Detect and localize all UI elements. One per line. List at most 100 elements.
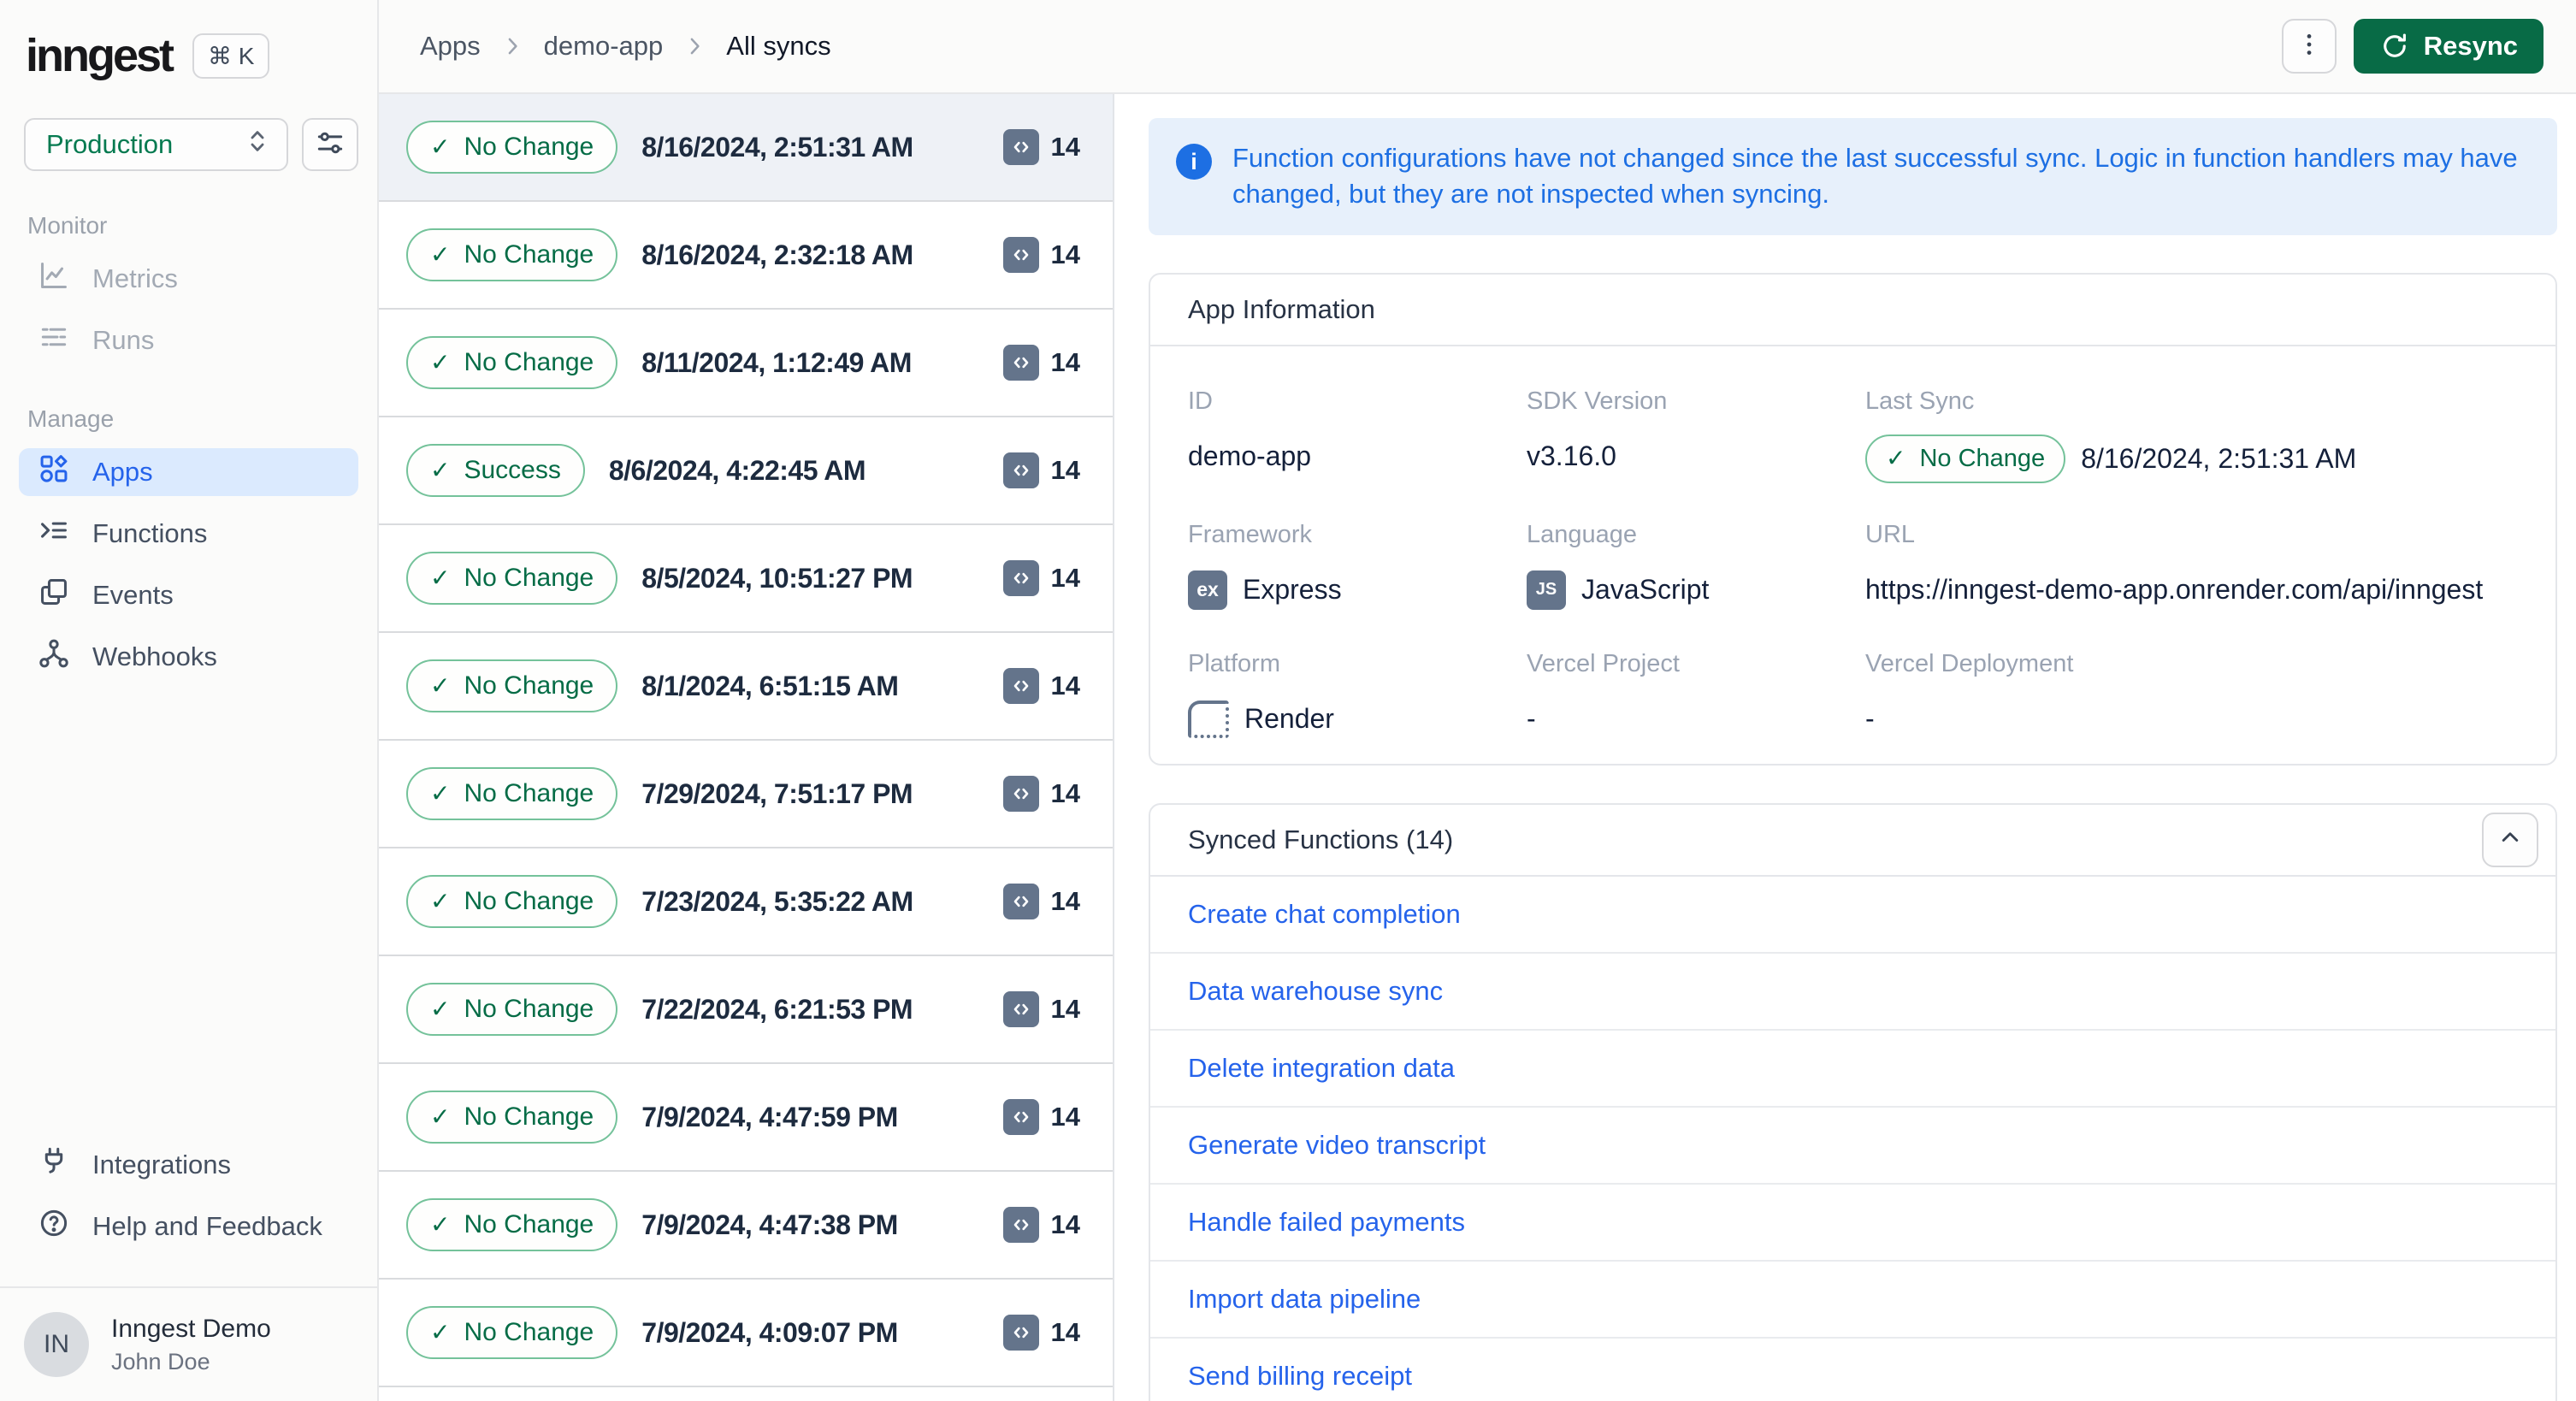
check-icon: ✓ bbox=[430, 888, 451, 914]
sidebar-footer-nav: Integrations Help and Feedback bbox=[0, 1141, 377, 1264]
app-info-field-label: Vercel Deployment bbox=[1865, 649, 2074, 677]
synced-function-link[interactable]: Delete integration data bbox=[1188, 1053, 1455, 1084]
sync-list-item[interactable]: ✓ No Change 8/1/2024, 6:51:15 AM 14 bbox=[379, 633, 1113, 741]
last-sync-status-label: No Change bbox=[1919, 444, 2046, 472]
app-info-field-text: https://inngest-demo-app.onrender.com/ap… bbox=[1865, 574, 2484, 606]
sync-list-item[interactable]: ✓ No Change 8/16/2024, 2:32:18 AM 14 bbox=[379, 202, 1113, 310]
function-count: 14 bbox=[1002, 884, 1080, 919]
sync-status-label: No Change bbox=[464, 779, 594, 807]
functions-prompt-icon bbox=[38, 514, 70, 553]
plug-icon bbox=[38, 1145, 70, 1185]
sync-list-item[interactable]: ✓ No Change 7/9/2024, 4:47:59 PM 14 bbox=[379, 1064, 1113, 1172]
sync-list-item[interactable]: ✓ No Change 7/29/2024, 7:51:17 PM 14 bbox=[379, 741, 1113, 848]
function-count-value: 14 bbox=[1050, 886, 1080, 916]
sync-status-badge: ✓ No Change bbox=[406, 1091, 618, 1144]
sync-list-item[interactable]: ✓ No Change 7/9/2024, 4:47:38 PM 14 bbox=[379, 1172, 1113, 1280]
app-info-field-label: ID bbox=[1188, 387, 1213, 415]
user-person-name: John Doe bbox=[111, 1348, 210, 1374]
function-count: 14 bbox=[1002, 1315, 1080, 1351]
sidebar-item-apps[interactable]: Apps bbox=[19, 448, 358, 496]
sync-status-badge: ✓ No Change bbox=[406, 767, 618, 820]
synced-function-link[interactable]: Create chat completion bbox=[1188, 899, 1461, 930]
main-area: Apps demo-app All syncs Resync ✓ No Chan… bbox=[379, 0, 2576, 1401]
sidebar-item-webhooks[interactable]: Webhooks bbox=[19, 633, 358, 681]
app-info-field-text: Render bbox=[1244, 703, 1334, 735]
sync-list-item[interactable]: ✓ No Change 8/11/2024, 1:12:49 AM 14 bbox=[379, 310, 1113, 417]
function-count: 14 bbox=[1002, 668, 1080, 704]
breadcrumb-all-syncs: All syncs bbox=[726, 31, 831, 61]
sync-list-item[interactable]: ✓ No Change 7/23/2024, 5:35:22 AM 14 bbox=[379, 848, 1113, 956]
app-information-title: App Information bbox=[1188, 293, 1375, 324]
code-icon bbox=[1002, 776, 1039, 812]
sidebar-item-runs[interactable]: Runs bbox=[19, 316, 358, 364]
runs-list-icon bbox=[38, 321, 70, 360]
app-info-field-text: JavaScript bbox=[1581, 574, 1710, 606]
synced-functions-card: Synced Functions (14) Create chat comple… bbox=[1149, 802, 2557, 1401]
apps-shapes-icon bbox=[38, 452, 70, 492]
synced-function-row: Send billing receipt bbox=[1150, 1339, 2555, 1401]
sync-status-label: Success bbox=[464, 456, 561, 484]
sync-timestamp: 8/5/2024, 10:51:27 PM bbox=[641, 562, 913, 594]
sync-timestamp: 7/9/2024, 4:47:38 PM bbox=[641, 1209, 898, 1240]
sidebar-item-integrations[interactable]: Integrations bbox=[19, 1141, 358, 1189]
sync-status-badge: ✓ No Change bbox=[406, 121, 618, 174]
code-icon bbox=[1002, 1315, 1039, 1351]
environment-filter-button[interactable] bbox=[302, 118, 358, 171]
refresh-icon bbox=[2379, 31, 2410, 62]
sync-status-badge: ✓ No Change bbox=[406, 1198, 618, 1251]
environment-select[interactable]: Production bbox=[24, 118, 288, 171]
inngest-logo: inngest bbox=[26, 30, 174, 81]
sync-status-label: No Change bbox=[464, 1102, 594, 1131]
user-menu[interactable]: IN Inngest Demo John Doe bbox=[0, 1288, 377, 1401]
sidebar-item-events[interactable]: Events bbox=[19, 571, 358, 619]
topbar: Apps demo-app All syncs Resync bbox=[379, 0, 2576, 94]
more-options-button[interactable] bbox=[2281, 19, 2337, 74]
collapse-button[interactable] bbox=[2482, 812, 2538, 867]
app-info-field-value: ex Express bbox=[1188, 568, 1527, 612]
sync-list-item[interactable]: ✓ No Change 8/5/2024, 10:51:27 PM 14 bbox=[379, 525, 1113, 633]
sync-status-badge: ✓ No Change bbox=[406, 659, 618, 712]
breadcrumb: Apps demo-app All syncs bbox=[420, 31, 831, 62]
synced-function-link[interactable]: Send billing receipt bbox=[1188, 1361, 1412, 1392]
sync-history-list: ✓ No Change 8/16/2024, 2:51:31 AM 14 ✓ N… bbox=[379, 94, 1114, 1401]
kebab-menu-icon bbox=[2294, 29, 2325, 64]
sidebar-item-label: Functions bbox=[92, 518, 208, 548]
sync-list-item[interactable]: ✓ No Change 8/16/2024, 2:51:31 AM 14 bbox=[379, 94, 1113, 202]
chevron-right-icon bbox=[499, 33, 525, 59]
command-k-shortcut[interactable]: ⌘ K bbox=[192, 33, 270, 79]
sync-list-item[interactable]: ✓ No Change 7/9/2024, 4:09:07 PM 14 bbox=[379, 1280, 1113, 1387]
sync-list-item[interactable]: ✓ No Change 7/22/2024, 6:21:53 PM 14 bbox=[379, 956, 1113, 1064]
info-icon: i bbox=[1176, 144, 1212, 180]
resync-button-label: Resync bbox=[2423, 31, 2518, 61]
resync-button[interactable]: Resync bbox=[2353, 19, 2544, 74]
sidebar-item-help[interactable]: Help and Feedback bbox=[19, 1203, 358, 1250]
sync-list-item[interactable]: ✓ Success 8/6/2024, 4:22:45 AM 14 bbox=[379, 417, 1113, 525]
synced-function-link[interactable]: Data warehouse sync bbox=[1188, 976, 1443, 1007]
sidebar-item-label: Apps bbox=[92, 457, 153, 487]
synced-function-link[interactable]: Generate video transcript bbox=[1188, 1130, 1486, 1161]
breadcrumb-demo-app[interactable]: demo-app bbox=[544, 31, 664, 62]
sliders-icon bbox=[314, 127, 346, 163]
app-info-field-text: Express bbox=[1243, 574, 1342, 606]
nav-section-manage: Manage bbox=[27, 405, 115, 432]
sync-status-badge: ✓ No Change bbox=[406, 228, 618, 281]
function-count: 14 bbox=[1002, 452, 1080, 488]
javascript-icon: JS bbox=[1527, 570, 1566, 610]
function-count-value: 14 bbox=[1050, 671, 1080, 700]
synced-function-link[interactable]: Import data pipeline bbox=[1188, 1284, 1421, 1315]
app-info-field: ID demo-app bbox=[1188, 387, 1527, 483]
function-count-value: 14 bbox=[1050, 455, 1080, 485]
breadcrumb-apps[interactable]: Apps bbox=[420, 31, 481, 62]
info-banner-text: Function configurations have not changed… bbox=[1232, 143, 2518, 210]
app-info-field: Platform Render bbox=[1188, 650, 1527, 742]
synced-function-link[interactable]: Handle failed payments bbox=[1188, 1207, 1465, 1238]
app-info-field-value: https://inngest-demo-app.onrender.com/ap… bbox=[1865, 568, 2518, 612]
check-icon: ✓ bbox=[430, 1103, 451, 1130]
sidebar-item-metrics[interactable]: Metrics bbox=[19, 255, 358, 303]
sync-timestamp: 7/29/2024, 7:51:17 PM bbox=[641, 777, 913, 809]
function-count: 14 bbox=[1002, 560, 1080, 596]
sync-status-label: No Change bbox=[464, 133, 594, 161]
app-root: inngest ⌘ K Production Monitor Metrics R… bbox=[0, 0, 2576, 1401]
sidebar-item-functions[interactable]: Functions bbox=[19, 510, 358, 558]
